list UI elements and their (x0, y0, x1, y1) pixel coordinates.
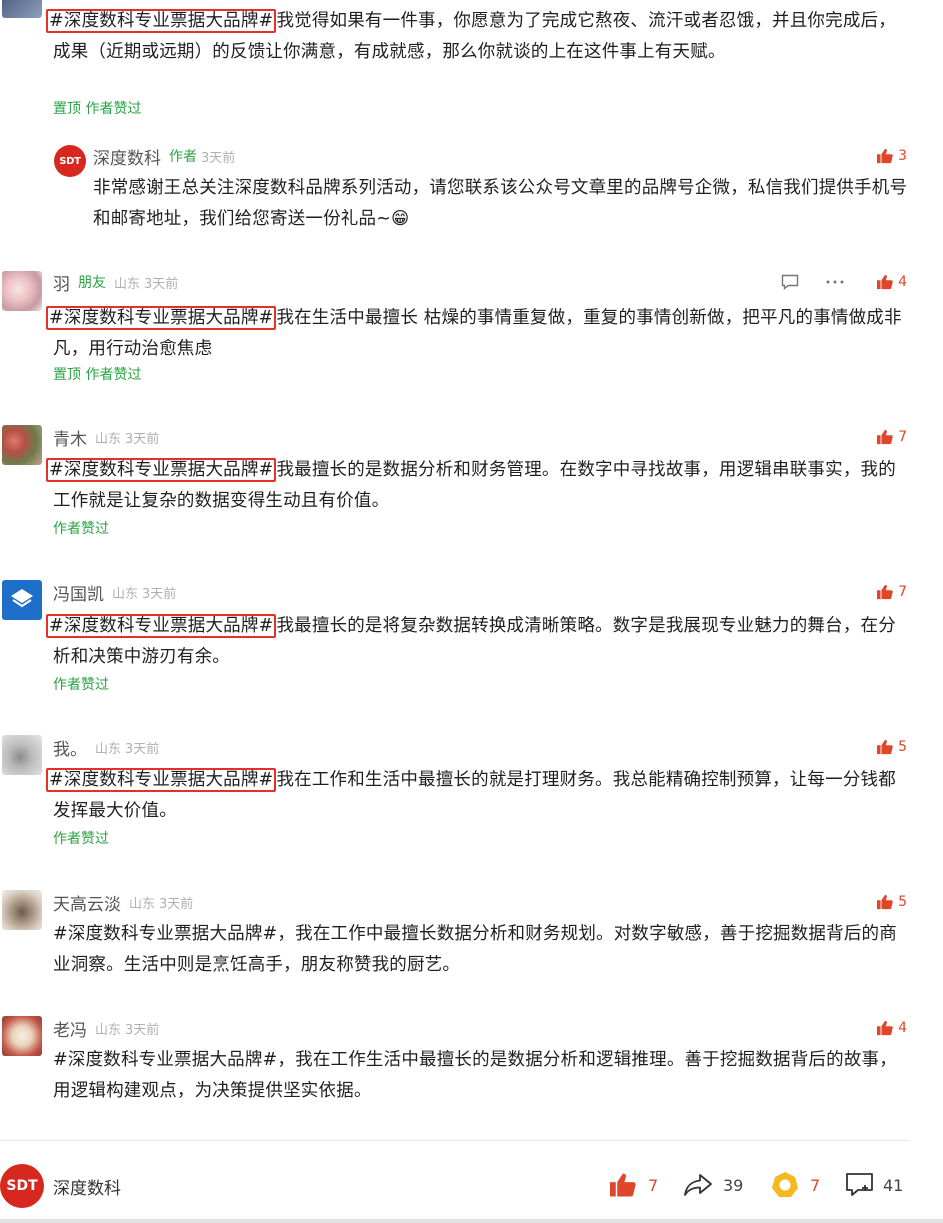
reply-button[interactable] (780, 272, 800, 292)
comment-time: 3天前 (125, 741, 160, 757)
comment-status: 置顶 作者赞过 (53, 101, 142, 117)
hashtag-highlight[interactable]: #深度数科专业票据大品牌# (46, 306, 277, 330)
reply-meta: 深度数科 作者 3天前 (93, 144, 236, 169)
comment-text: #深度数科专业票据大品牌# 我最擅长的是数据分析和财务管理。在数字中寻找故事，用逻… (46, 455, 909, 517)
comment-status: 作者赞过 (53, 521, 109, 537)
footer-share-button[interactable]: 39 (683, 1172, 743, 1198)
like-button[interactable]: 7 (876, 581, 907, 603)
location: 山东 (95, 431, 122, 447)
reply-time: 3天前 (201, 150, 236, 166)
footer-like-button[interactable]: 7 (608, 1172, 658, 1198)
hashtag-highlight[interactable]: #深度数科专业票据大品牌# (46, 768, 277, 792)
footer-wow-count: 7 (810, 1175, 821, 1195)
thumb-up-icon (877, 584, 893, 600)
like-count: 5 (898, 894, 907, 910)
friend-tag: 朋友 (78, 275, 106, 291)
location: 山东 (129, 896, 156, 912)
wow-icon (772, 1172, 798, 1197)
thumb-up-icon (877, 429, 893, 445)
like-count: 4 (898, 1020, 907, 1036)
like-button[interactable]: 4 (876, 1017, 907, 1039)
avatar[interactable] (2, 0, 42, 18)
avatar[interactable] (2, 580, 42, 620)
footer-comment-button[interactable]: 41 (845, 1172, 903, 1198)
commenter-name[interactable]: 青木 (53, 425, 87, 450)
like-button[interactable]: 3 (876, 145, 907, 167)
thumb-up-icon (877, 148, 893, 164)
avatar[interactable] (2, 1016, 42, 1056)
avatar[interactable] (2, 735, 42, 775)
comment-status: 置顶 作者赞过 (53, 367, 142, 383)
author-tag: 作者 (169, 149, 197, 165)
reply-author-name[interactable]: 深度数科 (93, 144, 161, 169)
avatar[interactable] (2, 890, 42, 930)
comment-time: 3天前 (125, 431, 160, 447)
comment-meta: 天高云淡 山东 3天前 (53, 890, 194, 915)
avatar[interactable] (2, 425, 42, 465)
comment-status: 作者赞过 (53, 677, 109, 693)
hashtag-highlight[interactable]: #深度数科专业票据大品牌# (46, 614, 277, 638)
account-logo[interactable]: SDT (0, 1164, 44, 1208)
comment-status: 作者赞过 (53, 831, 109, 847)
reply-text: 非常感谢王总关注深度数科品牌系列活动，请您联系该公众号文章里的品牌号企微，私信我… (93, 178, 908, 229)
thumb-up-icon (610, 1173, 636, 1197)
comment-text: #深度数科专业票据大品牌# 我最擅长的是将复杂数据转换成清晰策略。数字是我展现专业… (46, 611, 909, 673)
comment-text: #深度数科专业票据大品牌# 我觉得如果有一件事，你愿意为了完成它熬夜、流汗或者忍饿… (46, 6, 909, 68)
comment-text: #深度数科专业票据大品牌#，我在工作生活中最擅长的是数据分析和逻辑推理。善于挖掘… (53, 1050, 897, 1101)
comment-icon (846, 1173, 873, 1196)
like-button[interactable]: 7 (876, 426, 907, 448)
thumb-up-icon (877, 1020, 893, 1036)
like-count: 5 (898, 739, 907, 755)
more-button[interactable] (824, 272, 846, 292)
commenter-name[interactable]: 羽 (53, 270, 70, 295)
hashtag-highlight[interactable]: #深度数科专业票据大品牌# (46, 458, 277, 482)
comment-time: 3天前 (142, 586, 177, 602)
share-icon (684, 1174, 712, 1196)
like-button[interactable]: 4 (876, 271, 907, 293)
comment-meta: 老冯 山东 3天前 (53, 1016, 160, 1041)
comment-time: 3天前 (125, 1022, 160, 1038)
thumb-up-icon (877, 894, 893, 910)
comment-time: 3天前 (144, 276, 179, 292)
comment-meta: 青木 山东 3天前 (53, 425, 160, 450)
commenter-name[interactable]: 老冯 (53, 1016, 87, 1041)
comment-time: 3天前 (159, 896, 194, 912)
comment-meta: 我。 山东 3天前 (53, 735, 160, 760)
divider (0, 1140, 908, 1141)
like-button[interactable]: 5 (876, 736, 907, 758)
hashtag-highlight[interactable]: #深度数科专业票据大品牌# (46, 9, 277, 33)
footer-comment-count: 41 (883, 1175, 904, 1195)
location: 山东 (95, 741, 122, 757)
more-icon (826, 280, 844, 284)
comment-text: #深度数科专业票据大品牌# 我在生活中最擅长 枯燥的事情重复做，重复的事情创新做，… (46, 303, 909, 365)
comment-meta: 冯国凯 山东 3天前 (53, 580, 177, 605)
footer-share-count: 39 (723, 1175, 744, 1195)
comment-meta: 羽 朋友 山东 3天前 (53, 270, 179, 295)
comment-icon (781, 274, 799, 290)
commenter-name[interactable]: 冯国凯 (53, 580, 104, 605)
bottom-border (0, 1219, 943, 1223)
like-count: 7 (898, 429, 907, 445)
like-button[interactable]: 5 (876, 891, 907, 913)
location: 山东 (95, 1022, 122, 1038)
avatar[interactable] (2, 271, 42, 311)
author-avatar[interactable]: SDT (54, 145, 86, 177)
footer-like-count: 7 (648, 1175, 659, 1195)
like-count: 3 (898, 148, 907, 164)
footer-wow-button[interactable]: 7 (770, 1172, 820, 1198)
commenter-name[interactable]: 天高云淡 (53, 890, 121, 915)
commenter-name[interactable]: 我。 (53, 735, 87, 760)
like-count: 7 (898, 584, 907, 600)
comment-text: #深度数科专业票据大品牌# 我在工作和生活中最擅长的就是打理财务。我总能精确控制预… (46, 765, 909, 827)
account-name[interactable]: 深度数科 (53, 1174, 121, 1199)
like-count: 4 (898, 274, 907, 290)
location: 山东 (114, 276, 141, 292)
logo-icon (11, 589, 33, 608)
comment-text: #深度数科专业票据大品牌#，我在工作中最擅长数据分析和财务规划。对数字敏感，善于… (53, 924, 897, 975)
thumb-up-icon (877, 739, 893, 755)
thumb-up-icon (877, 274, 893, 290)
location: 山东 (112, 586, 139, 602)
